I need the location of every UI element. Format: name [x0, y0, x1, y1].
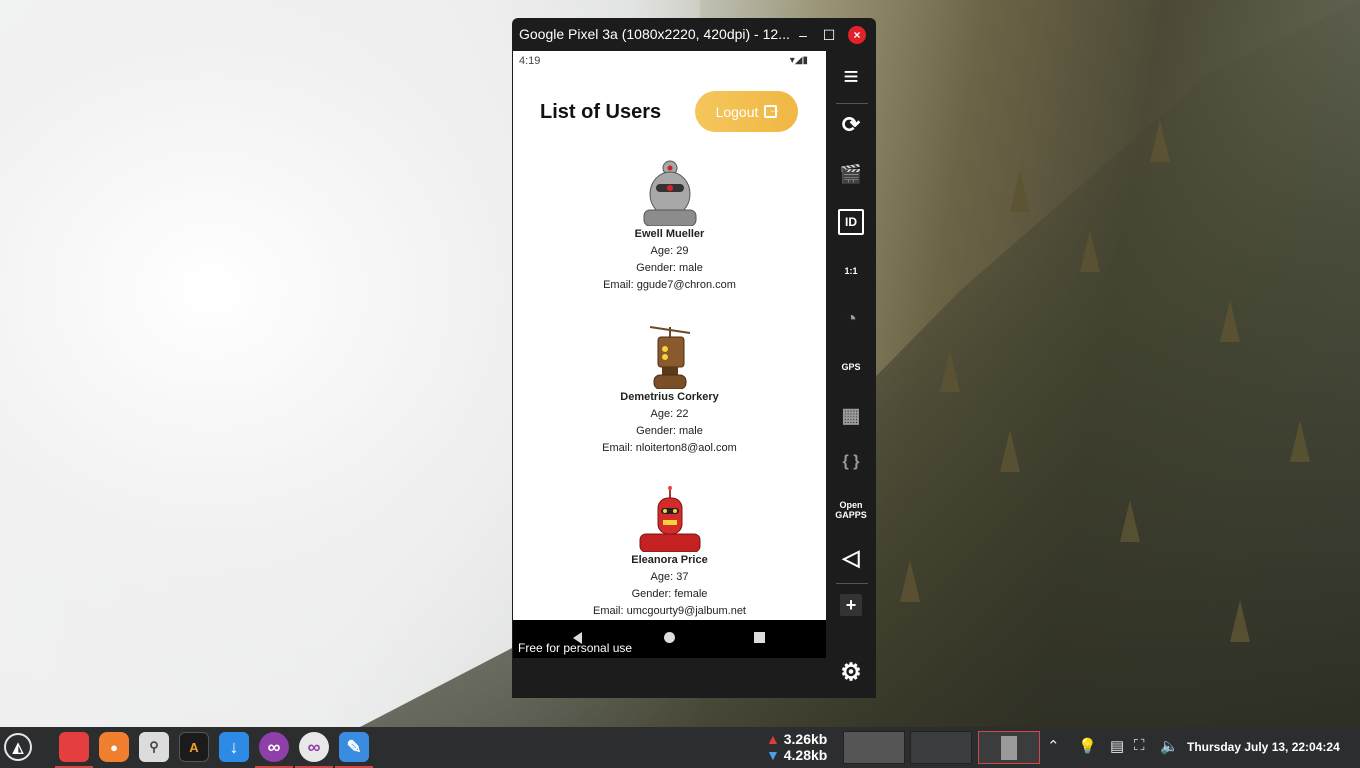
user-gender: Gender: female: [631, 588, 708, 600]
emulator-window: Google Pixel 3a (1080x2220, 420dpi) - 12…: [512, 18, 876, 698]
clock[interactable]: Thursday July 13, 22:04:24: [1187, 740, 1340, 754]
download-arrow-icon: ▼: [766, 747, 780, 763]
text-editor-icon[interactable]: A: [179, 732, 209, 762]
cast-icon[interactable]: ◔: [838, 306, 864, 332]
tray-expand-icon[interactable]: ⌃: [1047, 737, 1060, 755]
genymotion-icon[interactable]: ∞: [259, 732, 289, 762]
workspace-window-preview: [1001, 736, 1017, 760]
user-name: Eleanora Price: [631, 554, 708, 566]
window-title: Google Pixel 3a (1080x2220, 420dpi) - 12…: [519, 26, 790, 42]
tree-decoration: [1290, 420, 1310, 462]
open-gapps-icon[interactable]: Open GAPPS: [835, 497, 867, 523]
workspace-1[interactable]: [843, 731, 905, 764]
status-icons: ▾◢▮: [789, 55, 808, 66]
user-card: Eleanora Price Age: 37 Gender: female Em…: [513, 486, 826, 617]
download-icon[interactable]: ↓: [219, 732, 249, 762]
tree-decoration: [1080, 230, 1100, 272]
json-icon[interactable]: { }: [838, 449, 864, 475]
media-icon[interactable]: ▦: [838, 402, 864, 428]
logout-button[interactable]: Logout: [695, 91, 798, 132]
pixel-perfect-icon[interactable]: 1:1: [838, 258, 864, 284]
toolbar-divider: [836, 583, 868, 584]
user-age: Age: 22: [650, 408, 689, 420]
back-icon[interactable]: ◁: [838, 545, 864, 571]
nav-recents-icon[interactable]: [754, 632, 765, 643]
user-card: Ewell Mueller Age: 29 Gender: male Email…: [513, 160, 826, 291]
robot-avatar-icon: [639, 486, 700, 552]
clipboard-icon[interactable]: ▤: [1110, 737, 1124, 755]
network-icon[interactable]: ⛶: [1134, 737, 1145, 754]
genymotion-player-icon[interactable]: ∞: [299, 732, 329, 762]
user-gender: Gender: male: [636, 425, 703, 437]
settings-icon[interactable]: ⚙: [838, 659, 864, 686]
start-menu-icon[interactable]: ◭: [4, 733, 32, 761]
tree-decoration: [900, 560, 920, 602]
status-time: 4:19: [519, 55, 541, 67]
settings-toggle-icon[interactable]: ⚲: [139, 732, 169, 762]
tree-decoration: [1120, 500, 1140, 542]
emulator-toolbar: ≡ ⟳ 🎬 ID 1:1 ◔ GPS ▦ { } Open GAPPS ◁ + …: [828, 51, 876, 698]
user-gender: Gender: male: [636, 262, 703, 274]
workspace-3[interactable]: [978, 731, 1040, 764]
files-icon[interactable]: [59, 732, 89, 762]
firefox-icon[interactable]: ●: [99, 732, 129, 762]
robot-avatar-icon: [649, 326, 690, 389]
user-name: Ewell Mueller: [634, 228, 705, 240]
robot-avatar-icon: [643, 160, 696, 226]
screen-record-icon[interactable]: 🎬: [838, 161, 864, 187]
workspace-2[interactable]: [910, 731, 972, 764]
toolbar-divider: [836, 103, 868, 104]
taskbar: ◭ ● ⚲ A ↓ ∞ ∞ ✎ ▲ 3.26kb ▼ 4.28kb ⌃ 💡 ▤ …: [0, 727, 1360, 768]
tree-decoration: [1010, 170, 1030, 212]
user-age: Age: 29: [650, 245, 689, 257]
logout-label: Logout: [715, 103, 759, 120]
maximize-button[interactable]: ☐: [820, 26, 838, 44]
id-icon[interactable]: ID: [838, 209, 864, 235]
tree-decoration: [1000, 430, 1020, 472]
gps-icon[interactable]: GPS: [838, 354, 864, 380]
net-upload: 3.26kb: [783, 731, 828, 747]
user-email: Email: umcgourty9@jalbum.net: [592, 605, 746, 617]
tree-decoration: [940, 350, 960, 392]
user-name: Demetrius Corkery: [620, 391, 719, 403]
rotate-icon[interactable]: ⟳: [838, 112, 864, 138]
network-monitor: ▲ 3.26kb ▼ 4.28kb: [766, 731, 827, 763]
logout-icon: [764, 102, 780, 118]
phone-screen: 4:19 ▾◢▮ List of Users Logout Ewell Muel…: [513, 51, 826, 658]
lightbulb-icon[interactable]: 💡: [1078, 737, 1097, 755]
notes-icon[interactable]: ✎: [339, 732, 369, 762]
upload-arrow-icon: ▲: [766, 731, 780, 747]
user-email: Email: ggude7@chron.com: [603, 279, 736, 291]
tree-decoration: [1220, 300, 1240, 342]
minimize-button[interactable]: –: [794, 26, 812, 44]
tree-decoration: [1150, 120, 1170, 162]
add-icon[interactable]: +: [840, 594, 862, 616]
user-email: Email: nloiterton8@aol.com: [602, 442, 737, 454]
nav-home-icon[interactable]: [664, 632, 675, 643]
volume-icon[interactable]: 🔈: [1160, 737, 1179, 755]
net-download: 4.28kb: [783, 747, 828, 763]
watermark-text: Free for personal use: [518, 641, 633, 655]
close-button[interactable]: ×: [848, 26, 866, 44]
menu-icon[interactable]: ≡: [838, 61, 864, 91]
page-title: List of Users: [540, 101, 662, 123]
user-age: Age: 37: [650, 571, 689, 583]
tree-decoration: [1230, 600, 1250, 642]
user-card: Demetrius Corkery Age: 22 Gender: male E…: [513, 323, 826, 454]
